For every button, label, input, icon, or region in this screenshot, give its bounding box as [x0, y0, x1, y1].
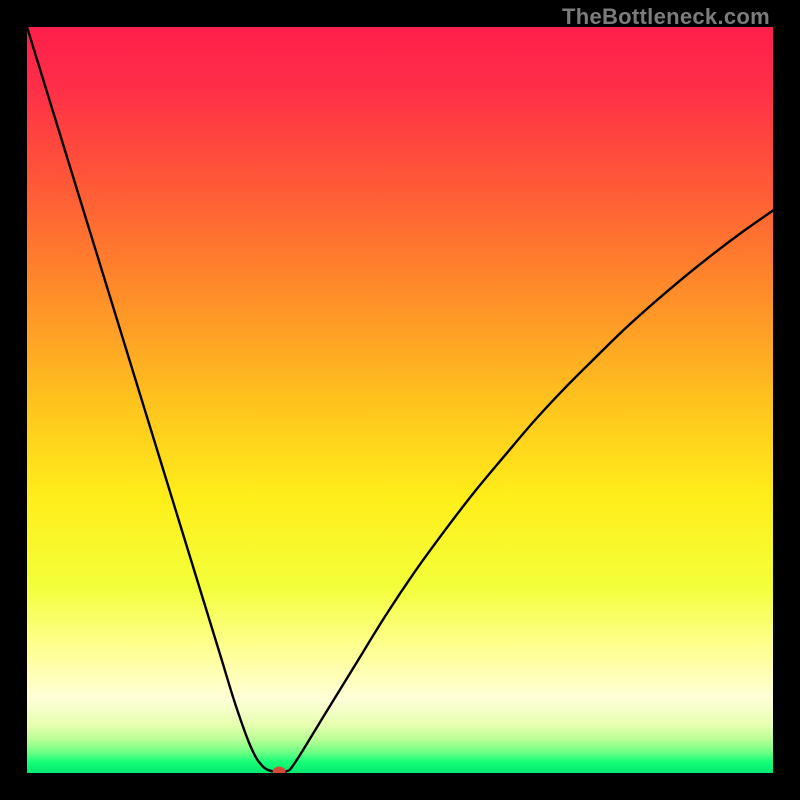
chart-stage: TheBottleneck.com: [0, 0, 800, 800]
bottleneck-chart: [27, 27, 773, 773]
plot-frame: [27, 27, 773, 773]
gradient-background: [27, 27, 773, 773]
